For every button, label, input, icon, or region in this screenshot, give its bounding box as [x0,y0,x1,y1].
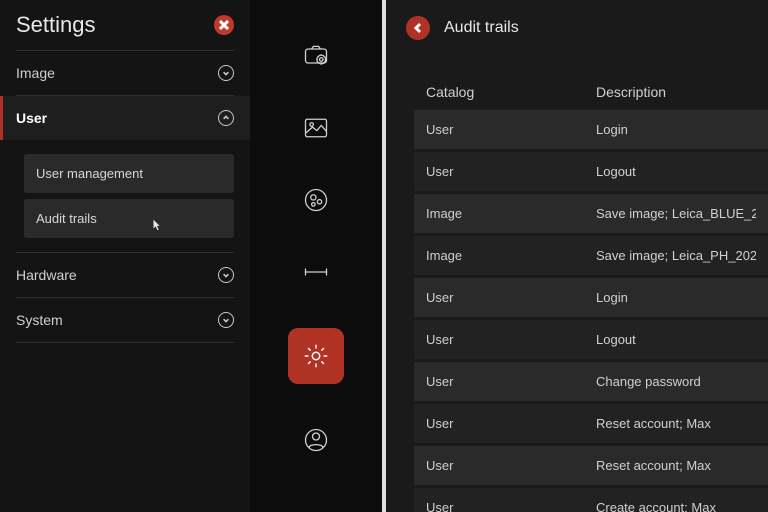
cell-catalog: User [426,290,596,305]
table-row[interactable]: UserLogin [414,278,768,317]
settings-title: Settings [16,12,96,38]
back-button[interactable] [406,16,430,40]
cell-description: Login [596,122,756,137]
cell-description: Save image; Leica_PH_2024- [596,248,756,263]
cell-catalog: User [426,122,596,137]
table-row[interactable]: UserLogout [414,152,768,191]
table-row[interactable]: UserReset account; Max [414,446,768,485]
table-row[interactable]: UserReset account; Max [414,404,768,443]
cell-catalog: Image [426,206,596,221]
section-hardware: Hardware [16,253,234,298]
settings-panel: Settings Image User [0,0,250,512]
cell-catalog: User [426,416,596,431]
cell-catalog: User [426,500,596,512]
cell-description: Reset account; Max [596,416,756,431]
close-button[interactable] [214,15,234,35]
table-body: UserLoginUserLogoutImageSave image; Leic… [414,110,768,512]
app-root: Settings Image User [0,0,768,512]
cell-catalog: User [426,164,596,179]
table-row[interactable]: ImageSave image; Leica_BLUE_2024 [414,194,768,233]
cell-description: Logout [596,332,756,347]
cells-icon[interactable] [300,184,332,216]
chevron-up-icon [218,110,234,126]
table-row[interactable]: UserCreate account; Max [414,488,768,512]
subitem-audit-trails[interactable]: Audit trails [24,199,234,238]
section-hardware-header[interactable]: Hardware [16,253,234,297]
settings-header: Settings [16,12,234,51]
icon-rail [250,0,382,512]
profile-icon[interactable] [300,424,332,456]
cell-catalog: Image [426,248,596,263]
section-user-header[interactable]: User [0,96,250,140]
close-icon [219,20,229,30]
column-catalog: Catalog [426,84,596,100]
section-user: User User management Audit trails [16,96,234,253]
audit-header: Audit trails [386,0,768,56]
column-description: Description [596,84,756,100]
cell-description: Change password [596,374,756,389]
section-system-header[interactable]: System [16,298,234,342]
section-system-label: System [16,312,63,328]
cell-description: Create account; Max [596,500,756,512]
section-image-label: Image [16,65,55,81]
gear-icon[interactable] [288,328,344,384]
cell-catalog: User [426,374,596,389]
chevron-down-icon [218,65,234,81]
section-hardware-label: Hardware [16,267,77,283]
chevron-left-icon [412,22,424,34]
image-icon[interactable] [300,112,332,144]
cursor-icon [150,218,164,232]
table-header: Catalog Description [414,74,768,110]
cell-description: Logout [596,164,756,179]
camera-settings-icon[interactable] [300,40,332,72]
table-row[interactable]: UserLogout [414,320,768,359]
section-image-header[interactable]: Image [16,51,234,95]
subitem-audit-trails-label: Audit trails [36,211,97,226]
subitem-user-management-label: User management [36,166,143,181]
table-row[interactable]: UserLogin [414,110,768,149]
cell-catalog: User [426,332,596,347]
cell-description: Reset account; Max [596,458,756,473]
cell-description: Save image; Leica_BLUE_2024 [596,206,756,221]
chevron-down-icon [218,267,234,283]
chevron-down-icon [218,312,234,328]
section-user-label: User [16,110,47,126]
ruler-icon[interactable] [300,256,332,288]
cell-description: Login [596,290,756,305]
section-user-children: User management Audit trails [16,140,234,252]
subitem-user-management[interactable]: User management [24,154,234,193]
table-row[interactable]: ImageSave image; Leica_PH_2024- [414,236,768,275]
section-system: System [16,298,234,343]
audit-panel: Audit trails Catalog Description UserLog… [386,0,768,512]
audit-title: Audit trails [444,19,519,37]
cell-catalog: User [426,458,596,473]
audit-table: Catalog Description UserLoginUserLogoutI… [386,56,768,512]
table-row[interactable]: UserChange password [414,362,768,401]
section-image: Image [16,51,234,96]
